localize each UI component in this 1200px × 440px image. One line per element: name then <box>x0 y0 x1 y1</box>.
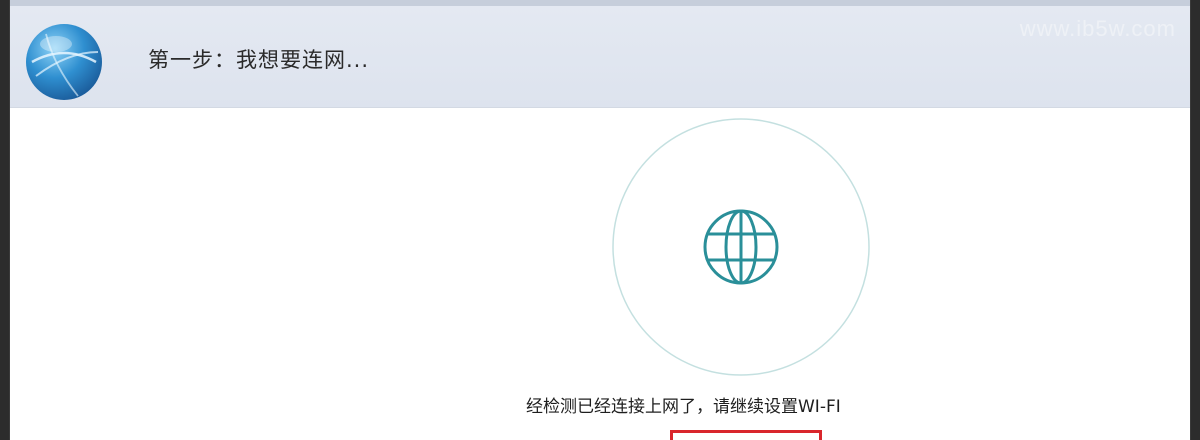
wizard-header: 第一步：我想要连网... www.ib5w.com <box>10 0 1190 108</box>
setup-wizard-window: 第一步：我想要连网... www.ib5w.com 经检测已经连接上网了，请继续… <box>10 0 1190 440</box>
connection-status-message: 经检测已经连接上网了，请继续设置WI-FI <box>526 397 841 417</box>
step-title: 第一步：我想要连网... <box>148 48 370 72</box>
watermark: www.ib5w.com <box>1019 16 1176 41</box>
connection-status-ring <box>612 118 870 376</box>
globe-icon <box>703 209 779 285</box>
globe-logo-icon <box>26 24 102 100</box>
continue-button[interactable] <box>670 430 822 440</box>
